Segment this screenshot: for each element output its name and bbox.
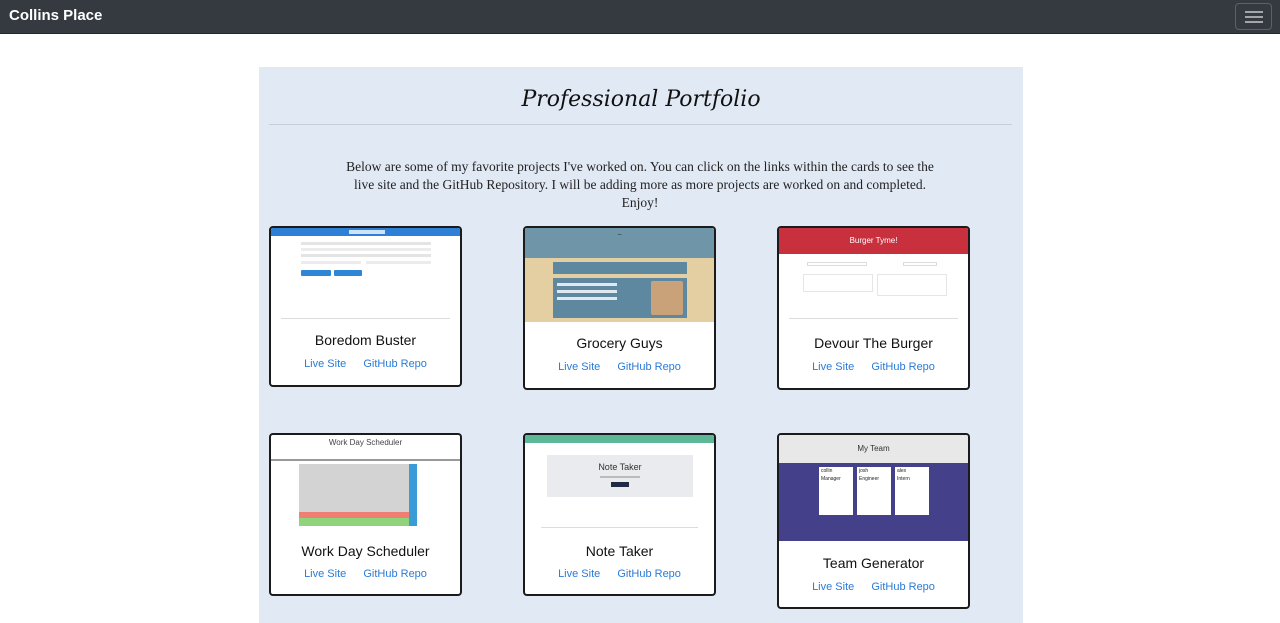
github-repo-link[interactable]: GitHub Repo (363, 568, 427, 580)
github-repo-link[interactable]: GitHub Repo (871, 361, 935, 373)
card-links: Live Site GitHub Repo (525, 568, 714, 580)
project-screenshot (271, 228, 460, 320)
live-site-link[interactable]: Live Site (558, 361, 600, 373)
project-screenshot: My Team collin josh alex Manager Enginee… (779, 435, 968, 543)
card-title: Work Day Scheduler (301, 543, 430, 559)
card-links: Live Site GitHub Repo (525, 361, 714, 373)
card-links: Live Site GitHub Repo (271, 358, 460, 370)
github-repo-link[interactable]: GitHub Repo (617, 568, 681, 580)
live-site-link[interactable]: Live Site (304, 568, 346, 580)
thumbnail-header: My Team (857, 444, 890, 453)
project-screenshot: Work Day Scheduler (271, 435, 460, 531)
live-site-link[interactable]: Live Site (812, 581, 854, 593)
project-card: Work Day Scheduler Work Day Scheduler Li… (269, 433, 462, 596)
card-links: Live Site GitHub Repo (779, 361, 968, 373)
project-screenshot: ~ (525, 228, 714, 322)
thumbnail-header: Burger Tyme! (849, 236, 898, 245)
card-title: Grocery Guys (576, 335, 663, 351)
github-repo-link[interactable]: GitHub Repo (363, 358, 427, 370)
card-title: Team Generator (822, 555, 925, 571)
github-repo-link[interactable]: GitHub Repo (871, 581, 935, 593)
brand-link[interactable]: Collins Place (9, 7, 102, 24)
project-card: My Team collin josh alex Manager Enginee… (777, 433, 970, 609)
card-title: Note Taker (585, 543, 654, 559)
title-divider (269, 124, 1012, 125)
hamburger-icon[interactable] (1235, 3, 1272, 30)
page-title: Professional Portfolio (521, 87, 761, 112)
intro-text: Below are some of my favorite projects I… (346, 159, 934, 210)
card-links: Live Site GitHub Repo (271, 568, 460, 580)
top-navbar: Collins Place (0, 0, 1280, 34)
project-card: Boredom Buster Live Site GitHub Repo (269, 226, 462, 387)
thumbnail-header: Note Taker (598, 462, 642, 472)
live-site-link[interactable]: Live Site (558, 568, 600, 580)
card-links: Live Site GitHub Repo (779, 581, 968, 593)
project-card: Burger Tyme! Devour The Burger Live Site… (777, 226, 970, 390)
card-title: Devour The Burger (814, 335, 933, 351)
project-card: ~ Grocery Guys Live Site GitHub Repo (523, 226, 716, 390)
github-repo-link[interactable]: GitHub Repo (617, 361, 681, 373)
project-screenshot: Note Taker (525, 435, 714, 531)
live-site-link[interactable]: Live Site (812, 361, 854, 373)
project-card: Note Taker Note Taker Live Site GitHub R… (523, 433, 716, 596)
project-screenshot: Burger Tyme! (779, 228, 968, 322)
live-site-link[interactable]: Live Site (304, 358, 346, 370)
card-title: Boredom Buster (314, 332, 417, 348)
portfolio-section: Professional Portfolio Below are some of… (259, 67, 1023, 623)
thumbnail-header: Work Day Scheduler (328, 438, 403, 447)
